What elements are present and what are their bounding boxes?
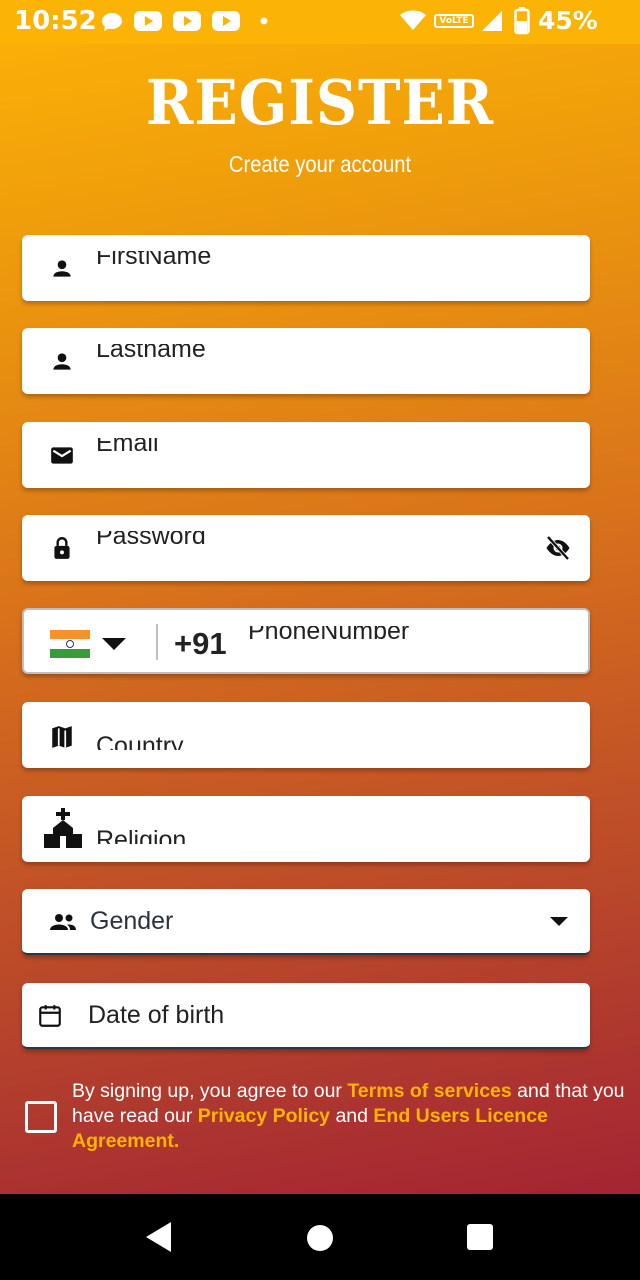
mail-icon [51,447,73,464]
person-icon [53,260,71,277]
india-flag-icon[interactable] [50,630,90,658]
religion-field[interactable]: Religion [22,796,590,862]
page-subtitle: Create your account [228,151,412,177]
email-field[interactable]: Email [22,422,590,488]
date-of-birth-label: Date of birth [88,1001,225,1029]
chat-bubble-icon [102,13,122,31]
last-name-placeholder: Lastname [96,344,206,363]
first-name-field[interactable]: FirstName [22,235,590,301]
last-name-field[interactable]: Lastname [22,328,590,394]
dial-code: +91 [174,626,227,661]
group-icon [50,914,76,930]
password-field[interactable]: Password [22,515,590,581]
dropdown-arrow-icon [550,917,568,926]
phone-field[interactable]: +91 PhoneNumber [22,608,590,674]
password-placeholder: Password [96,531,206,550]
youtube-icon [134,11,162,31]
navigation-bar [0,1194,640,1280]
agreement-text-part: and [330,1105,374,1127]
youtube-icon [212,11,240,31]
church-icon [44,808,82,848]
visibility-off-icon[interactable] [544,535,572,561]
status-bar: 10:52 VoLTE 45% [0,0,640,44]
volte-badge: VoLTE [434,14,474,28]
gender-select[interactable]: Gender [22,889,590,955]
home-icon[interactable] [307,1225,333,1251]
agreement-text: By signing up, you agree to our Terms of… [72,1079,628,1154]
date-of-birth-field[interactable]: Date of birth [22,983,590,1049]
status-time: 10:52 [14,6,97,36]
agreement-text-part: By signing up, you agree to our [72,1080,348,1102]
privacy-policy-link[interactable]: Privacy Policy [198,1105,330,1127]
email-placeholder: Email [96,438,159,457]
first-name-placeholder: FirstName [96,251,212,270]
country-field[interactable]: Country [22,702,590,768]
register-screen: 10:52 VoLTE 45% REGISTER Create your acc… [0,0,640,1194]
gender-label: Gender [90,907,174,935]
phone-divider [156,624,158,660]
youtube-icon [173,11,201,31]
country-placeholder: Country [96,732,184,750]
phone-placeholder: PhoneNumber [248,626,410,645]
lock-icon [54,537,70,559]
signal-icon [482,11,502,31]
map-icon [52,726,72,748]
wifi-icon [400,10,426,30]
country-code-dropdown-icon[interactable] [102,638,126,650]
recents-icon[interactable] [467,1224,493,1250]
calendar-icon [39,1005,61,1027]
agreement-checkbox[interactable] [25,1101,57,1133]
terms-of-service-link[interactable]: Terms of services [347,1080,511,1102]
battery-icon [514,7,530,35]
person-icon [53,353,71,370]
back-icon[interactable] [146,1222,171,1252]
page-title: REGISTER [145,66,495,139]
dot-icon [260,17,268,25]
religion-placeholder: Religion [96,826,187,844]
battery-percent: 45% [538,6,598,35]
